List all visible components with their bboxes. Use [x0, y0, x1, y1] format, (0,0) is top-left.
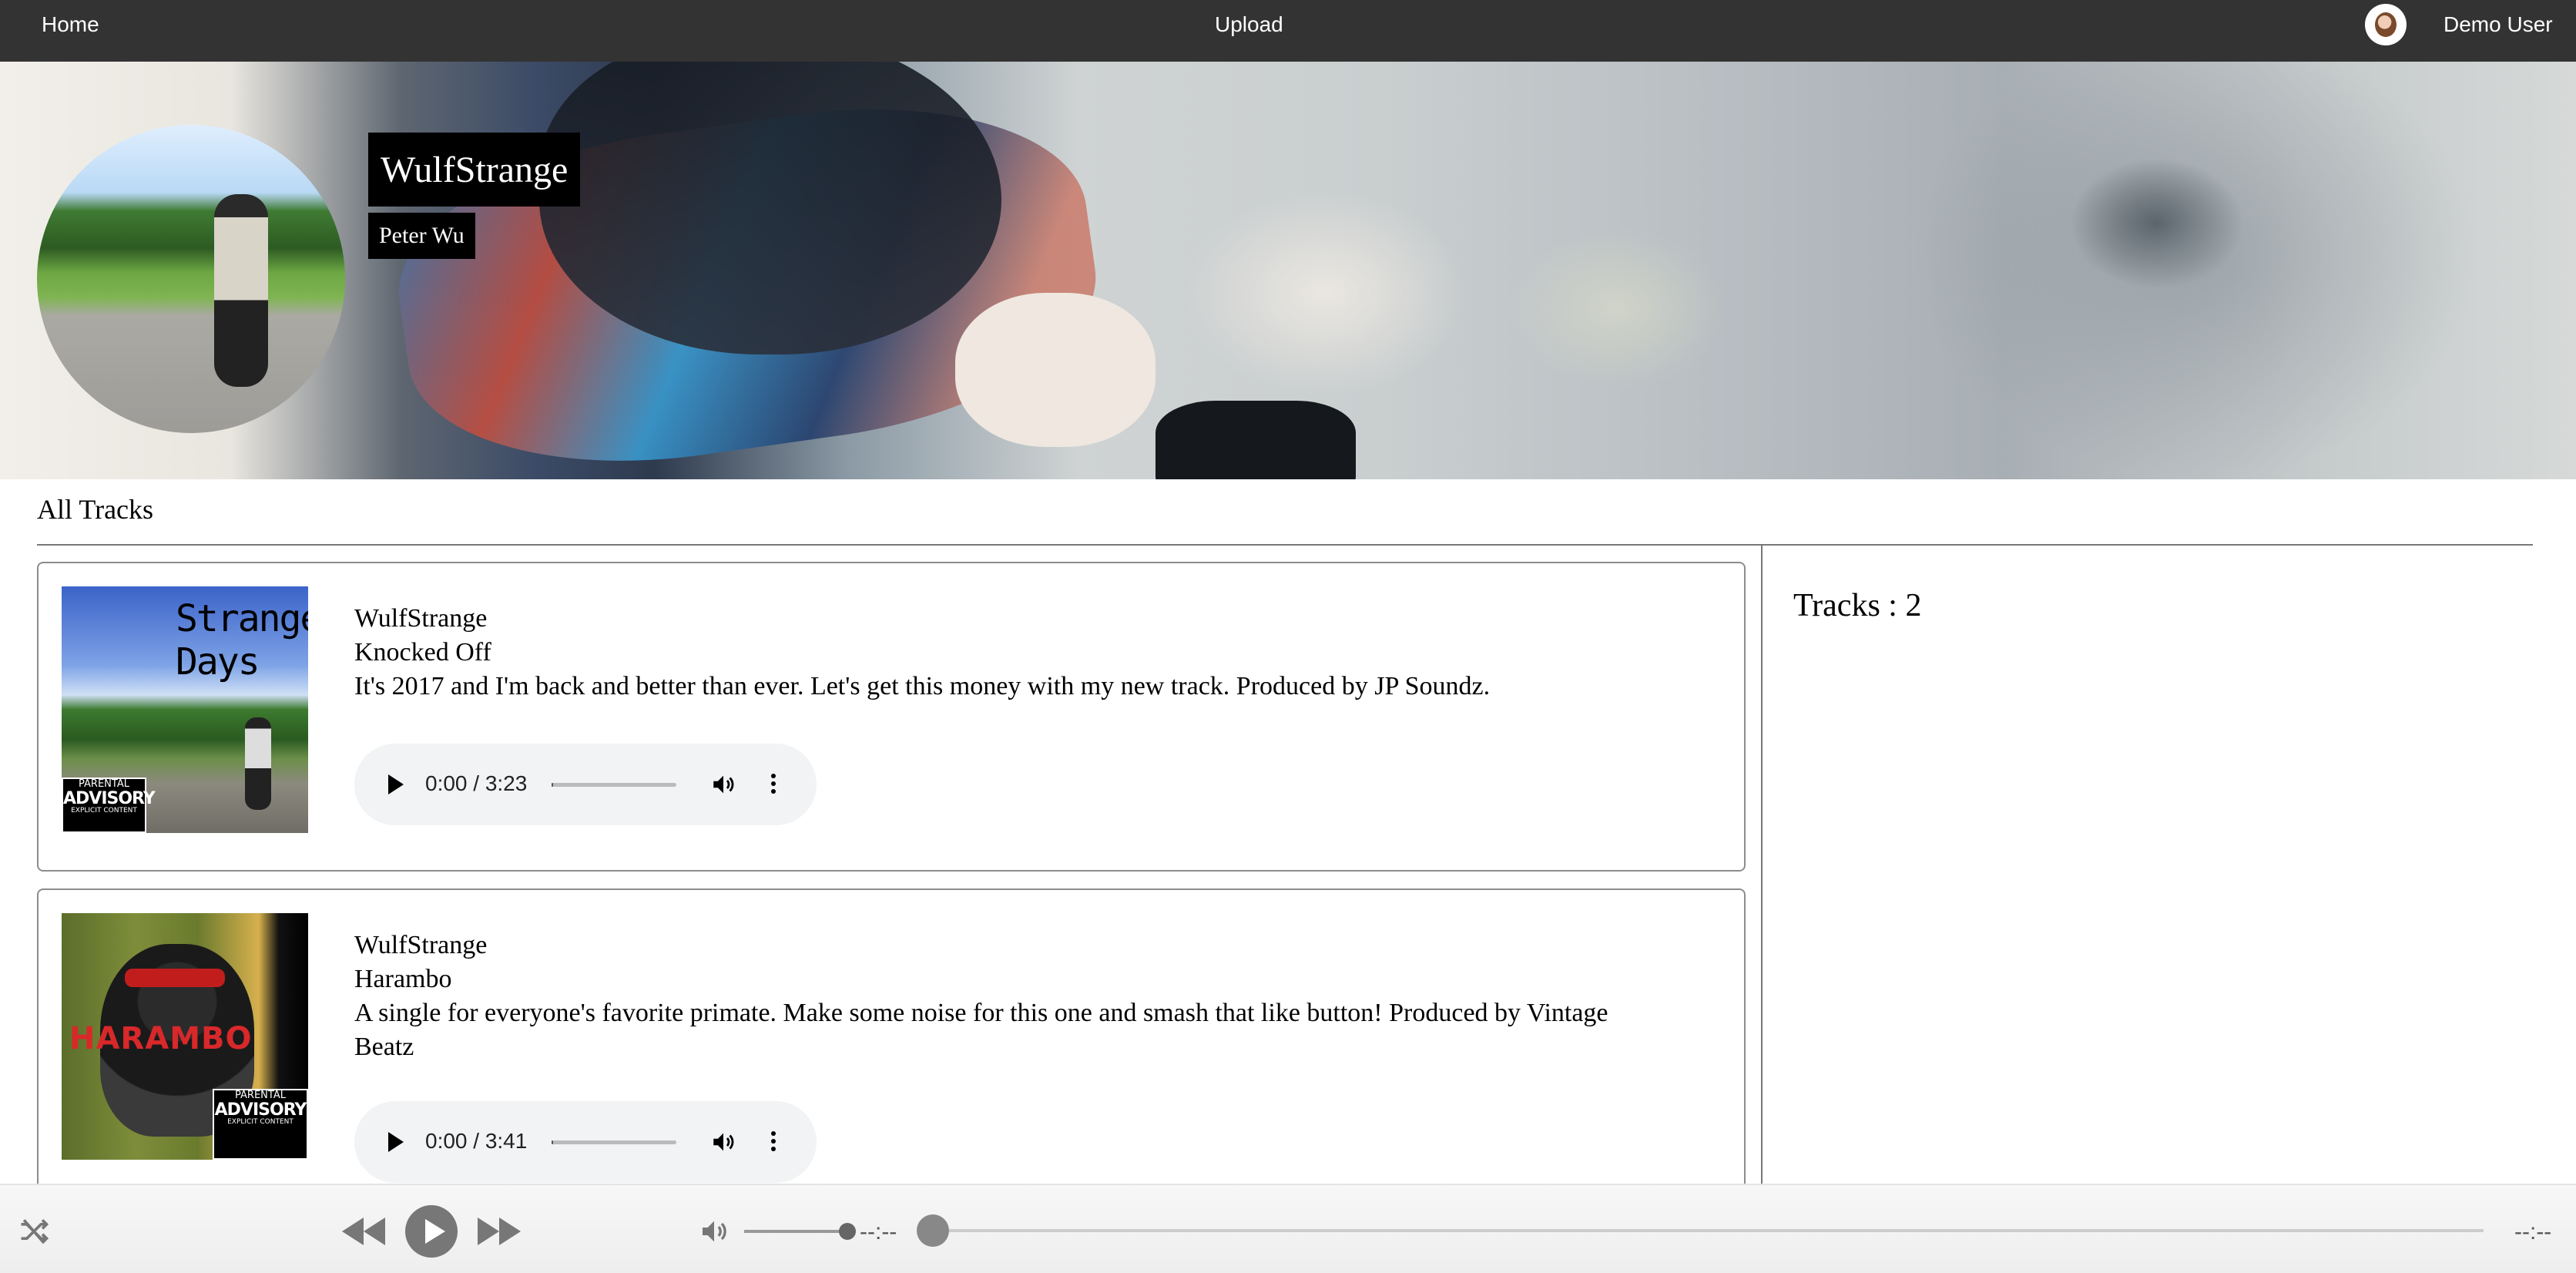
track-info: WulfStrange Knocked Off It's 2017 and I'… [354, 602, 1664, 704]
track-artist: WulfStrange [354, 604, 488, 633]
parental-advisory-label: PARENTAL ADVISORY EXPLICIT CONTENT [213, 1089, 308, 1160]
cover-art-title: Strange Days [176, 597, 308, 684]
seek-slider-handle[interactable] [917, 1214, 949, 1247]
artist-profile-picture [37, 125, 345, 433]
fast-forward-icon[interactable] [478, 1218, 521, 1245]
artist-real-name-box: Peter Wu [368, 213, 475, 259]
section-title: All Tracks [37, 494, 154, 525]
volume-slider[interactable] [744, 1230, 847, 1233]
user-avatar[interactable] [2365, 4, 2407, 45]
play-icon[interactable] [388, 774, 404, 794]
seek-slider[interactable] [949, 1229, 2484, 1232]
audio-player: 0:00 / 3:23 [354, 744, 817, 825]
more-vertical-icon[interactable] [769, 1129, 778, 1155]
audio-progress-slider[interactable] [552, 783, 676, 787]
current-time: --:-- [860, 1219, 897, 1244]
audio-progress-slider[interactable] [552, 1140, 676, 1144]
track-card: HARAMBO PARENTAL ADVISORY EXPLICIT CONTE… [37, 888, 1746, 1198]
track-info: WulfStrange Harambo A single for everyon… [354, 929, 1664, 1064]
track-description: It's 2017 and I'm back and better than e… [354, 672, 1491, 700]
track-description: A single for everyone's favorite primate… [354, 999, 1608, 1061]
bottom-player-bar: --:-- --:-- [0, 1184, 2576, 1273]
tracks-count: Tracks : 2 [1793, 588, 1922, 623]
nav-home-link[interactable]: Home [42, 12, 99, 37]
artist-name-box: WulfStrange [368, 133, 581, 207]
play-icon[interactable] [388, 1132, 404, 1152]
artist-real-name: Peter Wu [379, 223, 465, 248]
play-button[interactable] [405, 1205, 458, 1258]
audio-time: 0:00 / 3:41 [425, 1129, 528, 1153]
nav-user-name[interactable]: Demo User [2444, 12, 2553, 37]
track-cover-art: HARAMBO PARENTAL ADVISORY EXPLICIT CONTE… [62, 913, 308, 1160]
parental-advisory-label: PARENTAL ADVISORY EXPLICIT CONTENT [62, 778, 156, 833]
track-cover-art: Strange Days PARENTAL ADVISORY EXPLICIT … [62, 586, 308, 833]
track-artist: WulfStrange [354, 931, 488, 959]
rewind-icon[interactable] [342, 1218, 385, 1245]
track-card: Strange Days PARENTAL ADVISORY EXPLICIT … [37, 562, 1746, 872]
artist-banner: WulfStrange Peter Wu [0, 62, 2576, 479]
nav-upload-link[interactable]: Upload [1215, 12, 1283, 37]
volume-icon[interactable] [696, 1216, 732, 1247]
column-divider [1761, 544, 1763, 1184]
track-title: Harambo [354, 965, 452, 993]
audio-time: 0:00 / 3:23 [425, 771, 528, 795]
shuffle-icon[interactable] [17, 1214, 51, 1248]
cover-art-title: HARAMBO [69, 1021, 253, 1056]
section-divider [37, 544, 2533, 546]
track-title: Knocked Off [354, 638, 491, 667]
total-time: --:-- [2514, 1219, 2552, 1244]
artist-display-name: WulfStrange [381, 149, 569, 190]
volume-icon[interactable] [710, 1129, 736, 1155]
more-vertical-icon[interactable] [769, 771, 778, 798]
volume-slider-handle[interactable] [839, 1223, 856, 1240]
audio-player: 0:00 / 3:41 [354, 1101, 817, 1183]
top-nav: Home Upload Demo User [0, 0, 2576, 62]
volume-icon[interactable] [710, 771, 736, 798]
